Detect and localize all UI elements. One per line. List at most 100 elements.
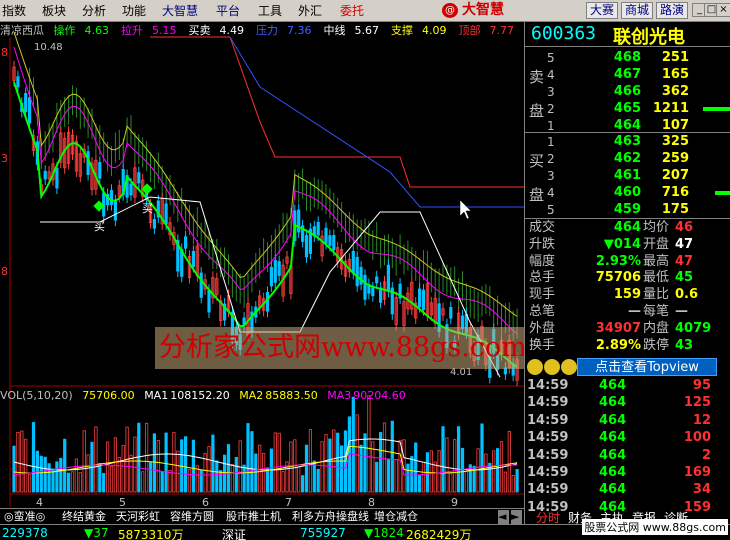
- volume-bar: [121, 444, 125, 493]
- indicator-value: 5.67: [354, 24, 380, 36]
- level-num: 3: [547, 85, 555, 99]
- tab-prev-button[interactable]: ◄: [498, 510, 509, 524]
- stat-value: 47: [675, 253, 694, 269]
- stat-value: 34907: [595, 320, 641, 336]
- bid-level-row[interactable]: 1 463 325: [525, 134, 730, 150]
- chart-area[interactable]: 清凉西瓜 操作 4.63 拉升 5.15 买卖 4.49 压力 7.36 中线 5.67 支撑 4.0…: [0, 22, 575, 509]
- candle: [297, 209, 301, 233]
- stat-label: 外盘: [529, 320, 556, 336]
- indicator-item: 压力 7.36: [256, 24, 318, 36]
- menu-item[interactable]: 分析: [82, 3, 106, 19]
- level-num: 2: [547, 102, 555, 116]
- bid-level-row[interactable]: 3 461 207: [525, 168, 730, 184]
- level-num: 3: [547, 169, 555, 183]
- volume-bar: [254, 453, 258, 493]
- menu-item[interactable]: 指数: [2, 3, 26, 19]
- brand-icon: @: [442, 3, 458, 18]
- candle: [316, 221, 320, 236]
- stat-row: 总笔 — 每笔 —: [525, 304, 730, 319]
- candle: [199, 272, 203, 298]
- volume-bar: [226, 444, 231, 493]
- stock-code[interactable]: 600363: [531, 23, 596, 44]
- indicator-tab[interactable]: 利多方舟操盘线: [292, 510, 369, 524]
- stat-value: 43: [675, 337, 694, 353]
- menu-item[interactable]: 平台: [216, 3, 240, 19]
- volume-bar: [187, 469, 192, 493]
- level-volume: 1211: [652, 101, 689, 116]
- volume-bar: [117, 457, 121, 493]
- right-tab[interactable]: 分时: [536, 509, 560, 526]
- volume-bar: [59, 457, 63, 493]
- ask-level-row[interactable]: 2 465 1211: [525, 101, 730, 117]
- y-tick-3: 8: [1, 265, 8, 278]
- menu-item[interactable]: 板块: [42, 3, 66, 19]
- level-price: 460: [613, 185, 641, 200]
- candle: [113, 200, 117, 221]
- volume-bar: [55, 461, 59, 493]
- candle: [351, 250, 355, 274]
- indicator-tab[interactable]: ◎蛮准◎: [4, 510, 45, 524]
- kline-chart[interactable]: [0, 22, 524, 507]
- menu-item[interactable]: 外汇: [298, 3, 322, 19]
- topview-button[interactable]: 点击查看Topview: [577, 358, 717, 376]
- contest-button[interactable]: 大赛: [586, 2, 618, 19]
- footer-link[interactable]: 股票公式网 www.88gs.com: [582, 519, 728, 535]
- candle: [375, 276, 379, 284]
- indicator-name: 清凉西瓜: [0, 24, 44, 36]
- volume-bar: [417, 475, 422, 493]
- stat-row: 幅度 2.93% 最高 47: [525, 254, 730, 269]
- stat-label: 幅度: [529, 253, 556, 269]
- indicator-value: 4.63: [84, 24, 110, 36]
- ask-level-row[interactable]: 4 467 165: [525, 67, 730, 83]
- volume-bar: [511, 475, 515, 493]
- indicator-label: 支撑: [391, 24, 413, 36]
- level-volume: 362: [661, 84, 689, 99]
- indicator-label: 买卖: [188, 24, 211, 36]
- level-price: 465: [613, 101, 641, 116]
- tick-time: 14:59: [527, 465, 569, 480]
- indicator-tab[interactable]: 增仓减仓: [374, 510, 418, 524]
- volume-bar: [437, 450, 441, 493]
- tick-row: 14:59 464 2: [525, 448, 730, 464]
- roadshow-button[interactable]: 路演: [656, 2, 688, 19]
- menu-item[interactable]: 功能: [122, 3, 146, 19]
- candle: [363, 274, 367, 300]
- stat-row: 现手 159 量比 0.6: [525, 287, 730, 302]
- stat-row: 总手 75706 最低 45: [525, 270, 730, 285]
- stat-label: 现手: [529, 287, 556, 303]
- volume-bar: [480, 423, 484, 493]
- status-value: 深证: [222, 528, 247, 540]
- tick-volume: 12: [692, 412, 711, 428]
- volume-bar: [363, 433, 367, 493]
- stock-name: 联创光电: [613, 27, 685, 48]
- volume-bar: [390, 420, 394, 493]
- ask-side-label: 卖: [529, 68, 545, 86]
- bid-level-row[interactable]: 2 462 259: [525, 151, 730, 167]
- mall-button[interactable]: 商城: [621, 2, 653, 19]
- menu-item[interactable]: 委托: [340, 3, 364, 19]
- stat-value: 4079: [675, 320, 712, 336]
- candle: [164, 203, 168, 225]
- ma3-value: 90204.60: [353, 389, 406, 402]
- ma2-value: 85883.50: [265, 389, 318, 402]
- ask-level-row[interactable]: 3 466 362: [525, 84, 730, 100]
- tick-row: 14:59 464 169: [525, 465, 730, 481]
- tab-next-button[interactable]: ►: [511, 510, 522, 524]
- ask-level-row[interactable]: 5 468 251: [525, 50, 730, 66]
- indicator-tab[interactable]: 容维方圆: [170, 510, 214, 524]
- indicator-tab[interactable]: 股市推土机: [226, 510, 281, 524]
- brand-logo[interactable]: @ 大智慧: [442, 1, 542, 20]
- candle: [304, 235, 309, 258]
- indicator-tab[interactable]: 终结黄金: [62, 510, 106, 524]
- bid-level-row[interactable]: 4 460 716: [525, 185, 730, 201]
- volume-bar: [176, 450, 180, 493]
- stat-row: 升跌 ▼014 开盘 47: [525, 237, 730, 252]
- volume-bar: [382, 422, 387, 493]
- bid-level-row[interactable]: 5 459 175: [525, 202, 730, 218]
- menu-item[interactable]: 工具: [258, 3, 282, 19]
- close-button[interactable]: ×: [716, 3, 730, 17]
- menu-item[interactable]: 大智慧: [162, 3, 198, 19]
- volume-bar: [308, 429, 313, 493]
- volume-bar: [148, 462, 153, 493]
- indicator-tab[interactable]: 天河彩虹: [116, 510, 160, 524]
